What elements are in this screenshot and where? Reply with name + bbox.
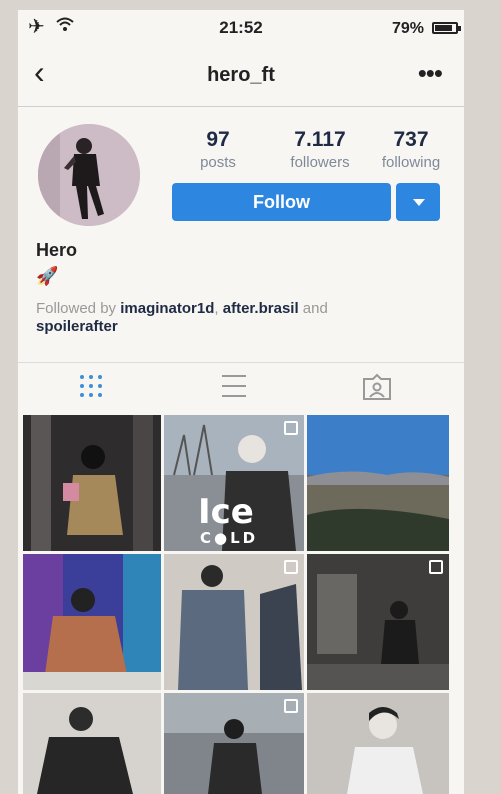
post-caption-cold: C●LD [200,529,259,547]
stat-label: posts [200,154,236,171]
list-icon[interactable] [220,373,248,404]
page-title: hero_ft [207,64,275,86]
stat-value: 737 [393,128,429,151]
tagged-icon[interactable] [362,373,392,406]
stat-followers[interactable]: 7.117 followers [274,128,366,171]
post-thumbnail[interactable] [23,415,161,551]
post-thumbnail[interactable] [307,554,449,690]
post-thumbnail[interactable] [307,693,449,794]
stat-label: following [381,154,441,171]
multi-post-icon [284,560,298,574]
battery-icon [432,22,461,34]
followed-by-user[interactable]: after.brasil [223,300,299,317]
profile-stats: 97 posts 7.117 followers 737 following [178,128,448,178]
stat-value: 7.117 [294,128,346,151]
rocket-emoji: 🚀 [36,266,59,286]
stat-value: 97 [206,128,230,151]
post-thumbnail[interactable] [307,415,449,551]
stat-posts[interactable]: 97 posts [178,128,258,171]
post-thumbnail[interactable]: Ice C●LD [164,415,304,551]
grid-icon[interactable] [78,373,104,404]
display-name: Hero [36,240,78,260]
post-thumbnail[interactable] [164,554,304,690]
suggestions-dropdown-button[interactable] [396,183,440,221]
stat-following[interactable]: 737 following [368,128,454,171]
post-thumbnail[interactable] [23,693,161,794]
status-bar: ✈ 21:52 79% [18,10,464,44]
post-thumbnail[interactable] [164,693,304,794]
posts-grid: Ice C●LD [23,415,464,794]
followed-by-user[interactable]: imaginator1d [120,300,214,317]
post-caption-ice: Ice [198,492,254,532]
more-options-icon[interactable]: ••• [418,58,443,89]
avatar[interactable] [38,124,140,226]
post-thumbnail[interactable] [23,554,161,690]
followed-by-text: Followed by imaginator1d, after.brasil a… [36,300,328,335]
multi-post-icon [429,560,443,574]
multi-post-icon [284,699,298,713]
followed-by-user[interactable]: spoilerafter [36,318,118,335]
profile-tabs [18,362,464,415]
nav-bar: ‹ hero_ft ••• [18,44,464,107]
stat-label: followers [290,154,350,171]
multi-post-icon [284,421,298,435]
follow-button[interactable]: Follow [172,183,391,221]
instagram-profile-screen: ✈ 21:52 79% ‹ hero_ft ••• 97 posts 7.117… [18,10,464,794]
battery-percent: 79% [391,20,424,37]
